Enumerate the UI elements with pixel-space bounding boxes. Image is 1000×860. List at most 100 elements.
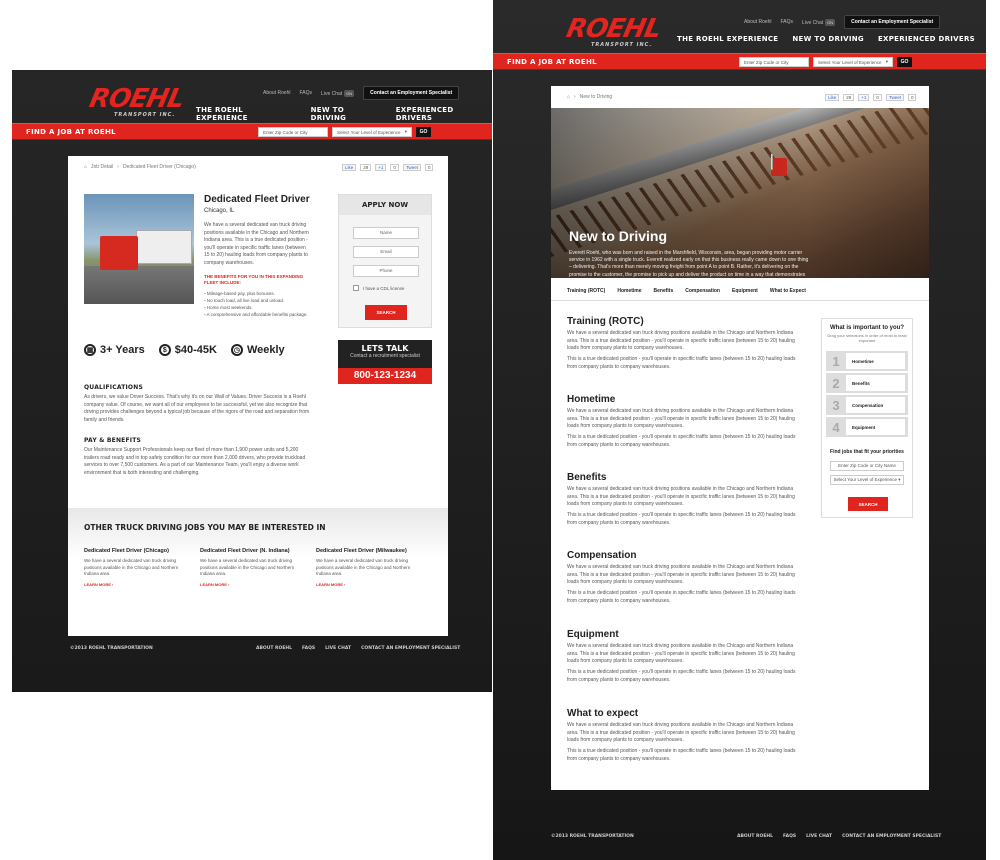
phone-field[interactable]: Phone	[353, 265, 419, 277]
breadcrumb-job-detail[interactable]: Job Detail	[91, 164, 113, 170]
logo-text: ROEHL	[563, 14, 664, 44]
roehl-logo[interactable]: ROEHL TRANSPORT INC.	[87, 84, 187, 118]
faqs-link[interactable]: FAQs	[781, 19, 794, 25]
nav-roehl-experience[interactable]: THE ROEHL EXPERIENCE	[196, 106, 297, 122]
home-icon[interactable]: ⌂	[567, 94, 570, 100]
priority-row-compensation[interactable]: 3 Compensation	[826, 395, 908, 415]
dollar-icon: $	[158, 344, 171, 356]
name-field[interactable]: Name	[353, 227, 419, 239]
tab-training[interactable]: Training (ROTC)	[567, 288, 605, 294]
other-job-desc: We have a several dedicated van truck dr…	[200, 558, 295, 576]
priority-row-equipment[interactable]: 4 Equipment	[826, 417, 908, 437]
priorities-instructions: Drag your selections in order of most to…	[827, 333, 907, 343]
learn-more-link[interactable]: LEARN MORE ›	[84, 582, 194, 587]
pay-frequency-stat: ◷ Weekly	[230, 344, 285, 356]
footer-chat-link[interactable]: LIVE CHAT	[325, 646, 351, 651]
other-jobs-heading: OTHER TRUCK DRIVING JOBS YOU MAY BE INTE…	[84, 523, 326, 532]
zip-input[interactable]: Enter Zip Code or City	[739, 57, 809, 67]
top-links: About Roehl FAQs Live Chat ON Contact an …	[263, 86, 460, 100]
benefits-heading: THE BENEFITS FOR YOU IN THIS EXPANDING F…	[204, 274, 304, 285]
tweet-button[interactable]: Tweet	[402, 164, 421, 171]
facebook-like-button[interactable]: Like	[825, 94, 840, 101]
nav-new-to-driving[interactable]: NEW TO DRIVING	[792, 35, 864, 43]
cdl-checkbox[interactable]: I have a CDL license	[353, 285, 404, 291]
job-stats: ▦ 3+ Years $ $40-45K ◷ Weekly	[84, 344, 285, 356]
tab-benefits[interactable]: Benefits	[654, 288, 674, 294]
other-job-title[interactable]: Dedicated Fleet Driver (N. Indiana)	[200, 548, 310, 554]
nav-roehl-experience[interactable]: THE ROEHL EXPERIENCE	[677, 35, 778, 43]
footer-copyright: ©2013 ROEHL TRANSPORTATION	[70, 646, 153, 651]
experience-select-label: Select Your Level of Experience	[818, 59, 882, 65]
footer-faqs-link[interactable]: FAQS	[302, 646, 315, 651]
home-icon[interactable]: ⌂	[84, 164, 87, 170]
job-detail-page: ROEHL TRANSPORT INC. About Roehl FAQs Li…	[12, 70, 492, 692]
rank-number: 2	[832, 375, 840, 391]
pay-frequency-value: Weekly	[246, 344, 285, 356]
zip-input[interactable]: Enter Zip Code or City	[258, 127, 328, 137]
other-job-desc: We have a several dedicated van truck dr…	[84, 558, 179, 576]
footer-chat-link[interactable]: LIVE CHAT	[806, 834, 832, 839]
nav-new-to-driving[interactable]: NEW TO DRIVING	[311, 106, 382, 122]
apply-search-button[interactable]: SEARCH	[365, 305, 407, 320]
logo-text: ROEHL	[86, 84, 187, 114]
nav-experienced-drivers[interactable]: EXPERIENCED DRIVERS	[878, 35, 975, 43]
divider	[551, 300, 929, 301]
section-paragraph: We have a several dedicated van truck dr…	[567, 643, 795, 664]
list-item: Dedicated Fleet Driver (Milwaukee) We ha…	[316, 548, 426, 587]
nav-experienced-drivers[interactable]: EXPERIENCED DRIVERS	[396, 106, 492, 122]
breadcrumb: ⌂ › New to Driving	[567, 94, 612, 100]
priority-row-hometime[interactable]: 1 Hometime	[826, 351, 908, 371]
about-link[interactable]: About Roehl	[744, 19, 772, 25]
faqs-link[interactable]: FAQs	[300, 90, 313, 96]
priorities-search-button[interactable]: SEARCH	[848, 497, 888, 511]
facebook-like-button[interactable]: Like	[342, 164, 357, 171]
roehl-logo[interactable]: ROEHL TRANSPORT INC.	[564, 14, 664, 48]
priorities-zip-input[interactable]: Enter Zip Code or City Name	[830, 461, 904, 471]
priority-row-benefits[interactable]: 2 Benefits	[826, 373, 908, 393]
other-job-title[interactable]: Dedicated Fleet Driver (Milwaukee)	[316, 548, 426, 554]
content-card: ⌂ › New to Driving Like 29 +1 0 Tweet 0 …	[551, 86, 929, 790]
checkbox-box[interactable]	[353, 285, 359, 291]
list-item: Mileage-based pay, plus bonuses.	[204, 290, 324, 297]
section-paragraph: This is a true dedicated position - you'…	[567, 434, 796, 448]
tab-what-to-expect[interactable]: What to Expect	[770, 288, 806, 294]
list-item: Dedicated Fleet Driver (N. Indiana) We h…	[200, 548, 310, 587]
footer-about-link[interactable]: ABOUT ROEHL	[256, 646, 292, 651]
tab-equipment[interactable]: Equipment	[732, 288, 758, 294]
lets-talk-subtitle: Contact a recruitment specialist	[350, 353, 420, 359]
main-nav: THE ROEHL EXPERIENCE NEW TO DRIVING EXPE…	[196, 106, 492, 122]
hero-text: Everett Roehl, who was born and raised i…	[569, 250, 809, 278]
go-button[interactable]: GO	[416, 127, 431, 137]
go-button[interactable]: GO	[897, 57, 912, 67]
experience-select[interactable]: Select Your Level of Experience ▾	[332, 127, 412, 137]
priority-label: Benefits	[846, 375, 905, 391]
tab-hometime[interactable]: Hometime	[617, 288, 641, 294]
tab-compensation[interactable]: Compensation	[685, 288, 720, 294]
learn-more-link[interactable]: LEARN MORE ›	[200, 582, 310, 587]
about-link[interactable]: About Roehl	[263, 90, 291, 96]
social-buttons: Like 29 +1 0 Tweet 0	[342, 164, 434, 171]
google-plus-button[interactable]: +1	[858, 94, 870, 101]
tweet-button[interactable]: Tweet	[885, 94, 904, 101]
contact-specialist-button[interactable]: Contact an Employment Specialist	[844, 15, 941, 29]
learn-more-link[interactable]: LEARN MORE ›	[316, 582, 426, 587]
live-chat-label: Live Chat	[321, 90, 343, 97]
email-field[interactable]: Email	[353, 246, 419, 258]
footer-contact-link[interactable]: CONTACT AN EMPLOYMENT SPECIALIST	[842, 834, 941, 839]
find-job-label: FIND A JOB AT ROEHL	[26, 128, 116, 136]
list-item: No touch load, all live load and unload.	[204, 297, 324, 304]
lets-talk-box: LETS TALK Contact a recruitment speciali…	[338, 340, 432, 384]
phone-number[interactable]: 800-123-1234	[338, 368, 432, 384]
priorities-experience-select[interactable]: Select Your Level of Experience ▾	[830, 475, 904, 485]
experience-select[interactable]: Select Your Level of Experience ▾	[813, 57, 893, 67]
footer-contact-link[interactable]: CONTACT AN EMPLOYMENT SPECIALIST	[361, 646, 460, 651]
job-intro: We have a several dedicated van truck dr…	[204, 222, 309, 266]
breadcrumb-separator: ›	[574, 94, 576, 100]
live-chat-link[interactable]: Live Chat ON	[802, 18, 836, 26]
other-job-title[interactable]: Dedicated Fleet Driver (Chicago)	[84, 548, 194, 554]
google-plus-button[interactable]: +1	[375, 164, 387, 171]
live-chat-link[interactable]: Live Chat ON	[321, 89, 355, 97]
contact-specialist-button[interactable]: Contact an Employment Specialist	[363, 86, 460, 100]
footer-about-link[interactable]: ABOUT ROEHL	[737, 834, 773, 839]
footer-faqs-link[interactable]: FAQS	[783, 834, 796, 839]
